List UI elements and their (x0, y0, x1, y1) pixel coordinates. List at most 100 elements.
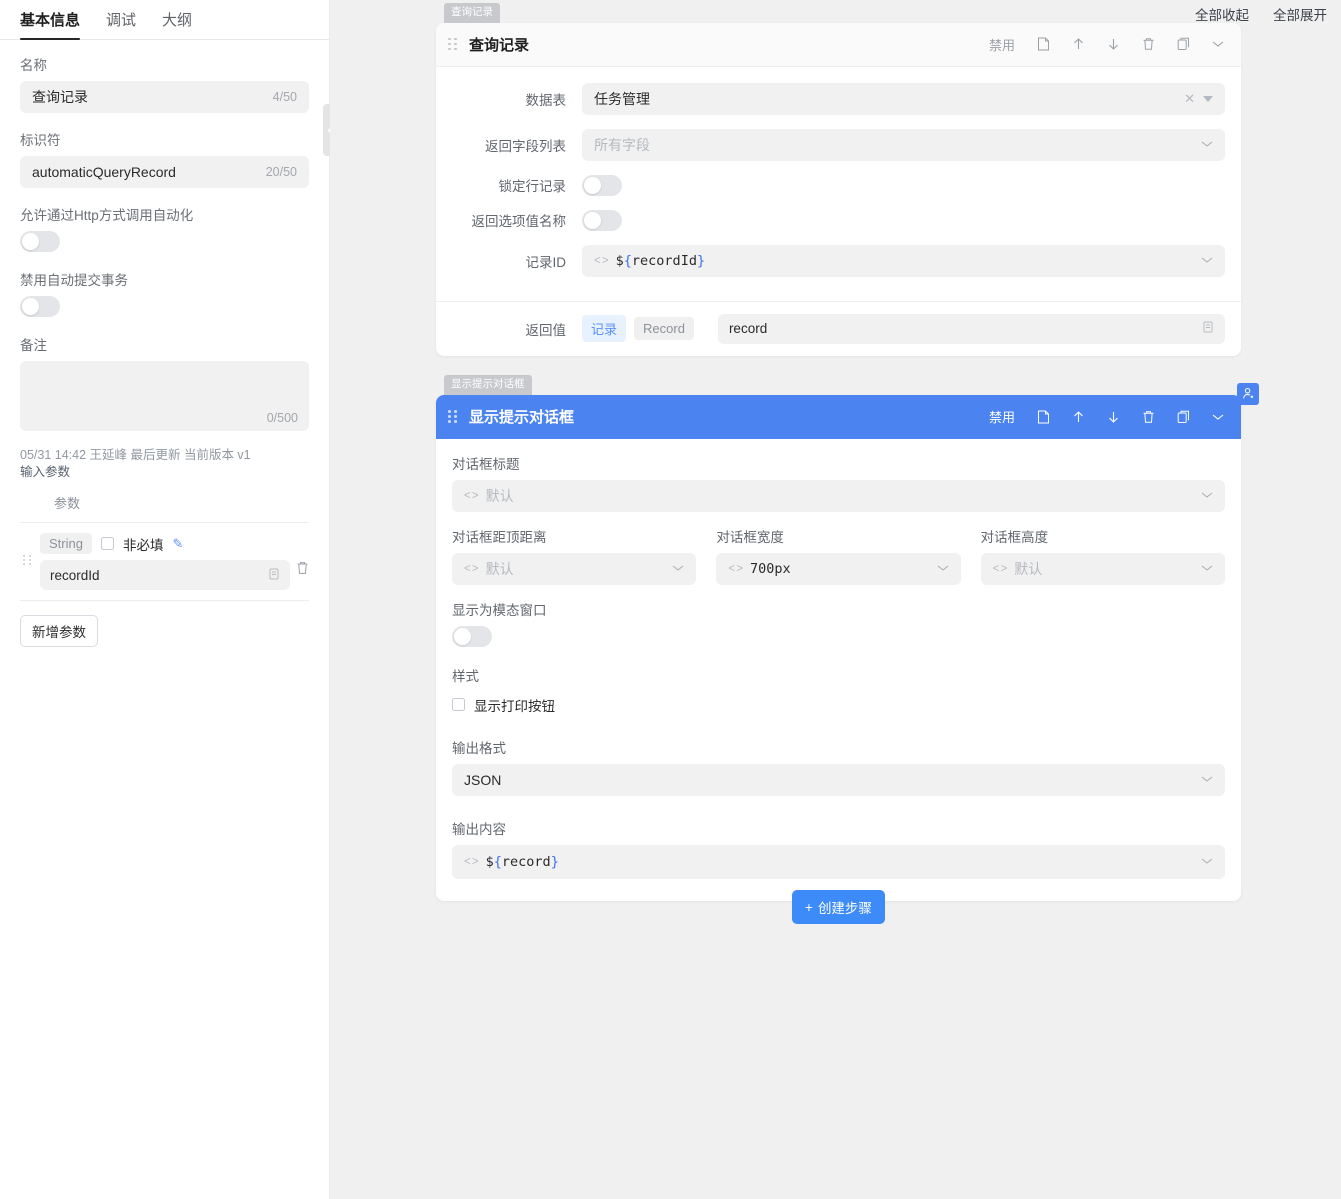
trash-icon[interactable] (1133, 403, 1164, 431)
trash-icon[interactable] (1133, 30, 1164, 58)
disable-button[interactable]: 禁用 (980, 30, 1024, 58)
step-query-record-card: 查询记录 禁用 (436, 23, 1241, 356)
field-dialog-top-offset-input[interactable]: < > 默认 (452, 553, 696, 585)
arrow-down-icon[interactable] (1098, 403, 1129, 431)
arrow-down-icon[interactable] (1098, 30, 1129, 58)
remark-counter: 0/500 (267, 411, 298, 425)
param-column-header: 参数 (20, 481, 309, 523)
chevron-down-icon[interactable] (1201, 774, 1213, 786)
step-show-dialog-tag: 显示提示对话框 (444, 375, 532, 395)
field-lock-record-toggle[interactable] (582, 175, 622, 196)
caret-down-icon[interactable] (1203, 96, 1213, 102)
chevron-down-icon[interactable] (1201, 856, 1213, 868)
field-modal-window-toggle[interactable] (452, 626, 492, 647)
main-canvas: 全部收起 全部展开 查询记录 查询记录 禁用 (330, 0, 1341, 1199)
field-datatable-select[interactable]: 任务管理 ✕ (582, 83, 1225, 115)
chevron-down-icon[interactable] (1201, 490, 1213, 502)
field-datatable: 数据表 任务管理 ✕ (452, 83, 1225, 115)
drag-handle-icon[interactable] (448, 38, 457, 51)
chevron-down-icon[interactable] (937, 563, 949, 575)
add-param-button[interactable]: 新增参数 (20, 615, 98, 647)
chevron-down-icon[interactable] (1203, 30, 1233, 58)
chevron-down-icon[interactable] (1203, 403, 1233, 431)
meta-line: 05/31 14:42 王延峰 最后更新 当前版本 v1 (20, 447, 309, 464)
field-return-fields: 返回字段列表 所有字段 (452, 129, 1225, 161)
identifier-input[interactable]: automaticQueryRecord 20/50 (20, 156, 309, 188)
code-expression-icon: < > (594, 255, 608, 267)
param-main: String 非必填 ✎ recordId (40, 533, 290, 590)
field-output-content-input[interactable]: < > ${record} (452, 845, 1225, 879)
create-step-container: + 创建步骤 (436, 890, 1241, 924)
collapse-all-button[interactable]: 全部收起 (1195, 4, 1249, 24)
step-query-record-tag: 查询记录 (444, 3, 500, 23)
field-dialog-title-input[interactable]: < > 默认 (452, 480, 1225, 512)
field-return-option-name: 返回选项值名称 (452, 210, 1225, 231)
return-value-variable-input[interactable]: record (718, 314, 1225, 344)
param-edit-icon[interactable]: ✎ (172, 536, 183, 552)
copy-icon[interactable] (1168, 403, 1199, 431)
transaction-toggle[interactable] (20, 296, 60, 317)
return-value-tag-cn[interactable]: 记录 (582, 315, 626, 342)
field-dialog-title: 对话框标题 < > 默认 (452, 453, 1225, 512)
tab-debug[interactable]: 调试 (106, 12, 136, 39)
param-type-chip[interactable]: String (40, 533, 92, 554)
arrow-up-icon[interactable] (1063, 30, 1094, 58)
name-input[interactable]: 查询记录 4/50 (20, 81, 309, 113)
field-return-fields-select[interactable]: 所有字段 (582, 129, 1225, 161)
tab-basic-info[interactable]: 基本信息 (20, 12, 80, 39)
copy-icon[interactable] (1168, 30, 1199, 58)
copy-icon[interactable] (1203, 321, 1214, 336)
param-drag-handle-icon[interactable] (20, 533, 34, 565)
field-dialog-top-offset: 对话框距顶距离 < > 默认 (452, 526, 696, 585)
return-value-tag-en[interactable]: Record (634, 317, 694, 340)
field-modal-window: 显示为模态窗口 (452, 599, 1225, 647)
note-icon[interactable] (1028, 403, 1059, 431)
field-dialog-height-input[interactable]: < > 默认 (981, 553, 1225, 585)
transaction-toggle-label: 禁用自动提交事务 (20, 269, 309, 289)
param-delete-icon[interactable] (296, 533, 309, 578)
field-dialog-width: 对话框宽度 < > 700px (716, 526, 960, 585)
sidebar-tabs: 基本信息 调试 大纲 (0, 0, 329, 40)
tab-debug-label: 调试 (106, 12, 136, 29)
chevron-down-icon[interactable] (1201, 255, 1213, 267)
field-dialog-height-label: 对话框高度 (981, 526, 1225, 546)
remark-label: 备注 (20, 334, 309, 354)
step-show-dialog-body: 对话框标题 < > 默认 对话框距顶距离 (436, 439, 1241, 901)
step-query-record: 查询记录 查询记录 禁用 (436, 2, 1241, 356)
note-icon[interactable] (1028, 30, 1059, 58)
tab-outline[interactable]: 大纲 (162, 12, 192, 39)
step-show-dialog-header: 显示提示对话框 禁用 (436, 395, 1241, 439)
field-output-content-label: 输出内容 (452, 818, 1225, 838)
drag-handle-icon[interactable] (448, 410, 457, 423)
field-record-id-input[interactable]: < > ${recordId} (582, 245, 1225, 277)
arrow-up-icon[interactable] (1063, 403, 1094, 431)
field-dialog-width-input[interactable]: < > 700px (716, 553, 960, 585)
step-show-dialog-card: 显示提示对话框 禁用 (436, 395, 1241, 901)
field-return-option-name-toggle[interactable] (582, 210, 622, 231)
field-lock-record-label: 锁定行记录 (452, 175, 582, 195)
code-expression-icon: < > (464, 856, 478, 868)
show-print-button-checkbox[interactable] (452, 698, 465, 711)
tab-outline-label: 大纲 (162, 12, 192, 29)
remark-textarea[interactable]: 0/500 (20, 361, 309, 431)
show-print-button-label: 显示打印按钮 (474, 695, 555, 715)
assignee-badge[interactable] (1237, 383, 1259, 405)
expand-all-button[interactable]: 全部展开 (1273, 4, 1327, 24)
return-value-label: 返回值 (452, 319, 582, 339)
clear-icon[interactable]: ✕ (1184, 91, 1195, 107)
disable-button[interactable]: 禁用 (980, 403, 1024, 431)
create-step-label: 创建步骤 (818, 897, 872, 917)
code-expression-icon: < > (728, 563, 742, 575)
chevron-down-icon[interactable] (672, 563, 684, 575)
chevron-down-icon[interactable] (1201, 563, 1213, 575)
field-output-format-select[interactable]: JSON (452, 764, 1225, 796)
param-row: String 非必填 ✎ recordId (20, 523, 309, 601)
field-dialog-top-offset-placeholder: 默认 (486, 559, 665, 579)
http-toggle[interactable] (20, 231, 60, 252)
param-optional-checkbox[interactable] (101, 537, 114, 550)
param-name-input[interactable]: recordId (40, 560, 290, 590)
param-copy-icon[interactable] (269, 568, 280, 583)
create-step-button[interactable]: + 创建步骤 (792, 890, 885, 924)
chevron-down-icon[interactable] (1201, 139, 1213, 151)
style-section-title: 样式 (452, 665, 1225, 685)
